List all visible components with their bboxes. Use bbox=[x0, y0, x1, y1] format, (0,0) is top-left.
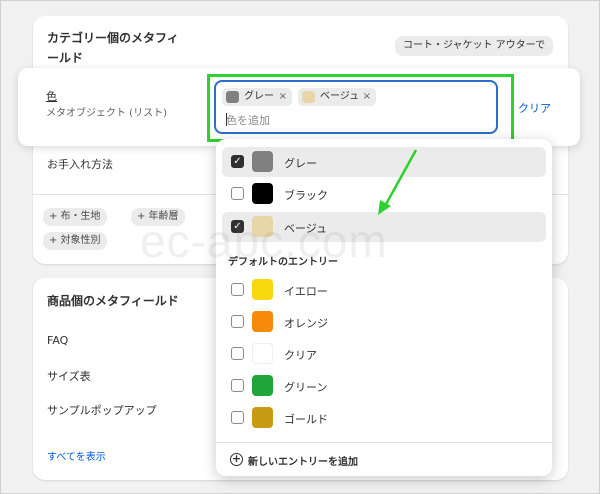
annotation-arrow bbox=[378, 149, 418, 215]
arrow-shaft bbox=[383, 149, 418, 207]
arrow-head bbox=[378, 200, 391, 215]
